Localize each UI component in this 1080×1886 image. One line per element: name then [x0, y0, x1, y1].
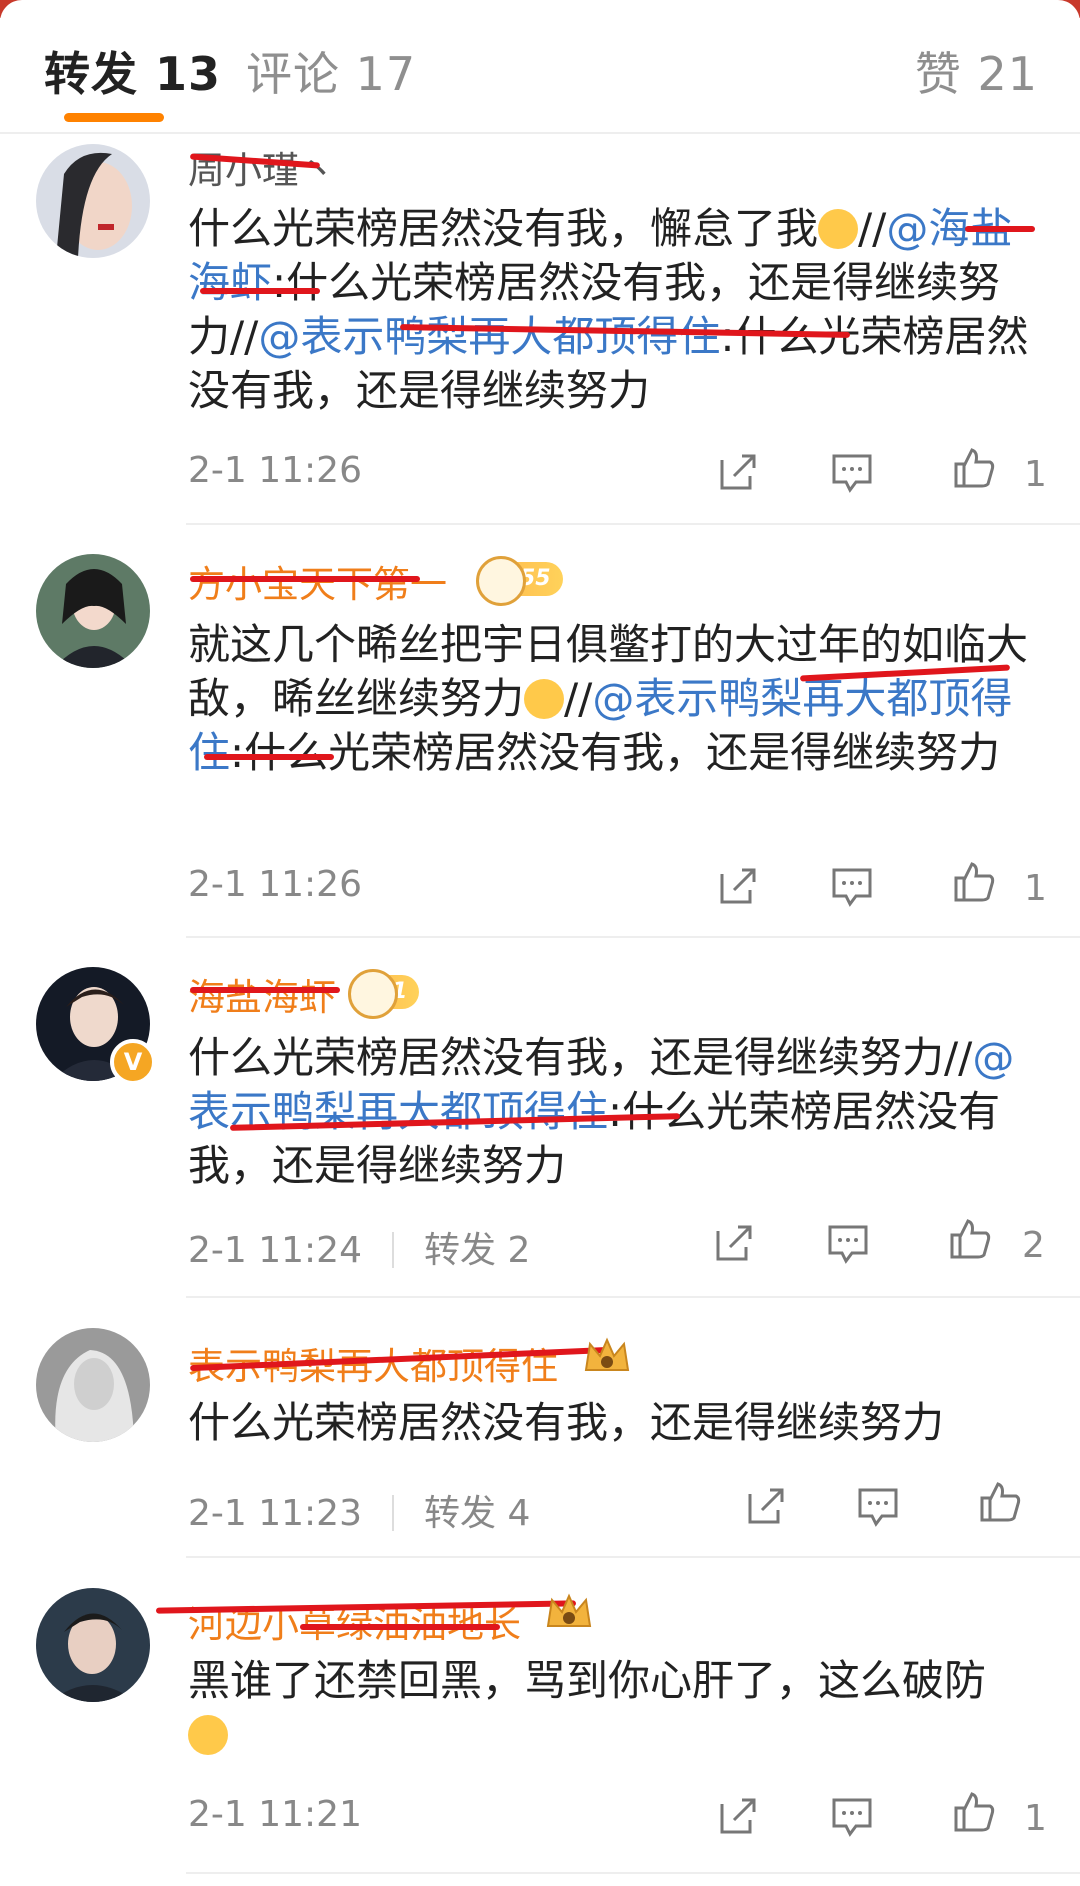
redaction-mark	[200, 288, 320, 294]
repost-text: 什么光荣榜居然没有我，懈怠了我//@海盐海虾:什么光荣榜居然没有我，还是得继续努…	[188, 204, 1029, 415]
share-icon[interactable]	[716, 450, 760, 494]
thumbs-up-icon[interactable]	[948, 1217, 992, 1261]
level-badge: 55	[476, 556, 563, 606]
comment-icon[interactable]	[830, 450, 874, 494]
thumbs-up-icon[interactable]	[952, 1790, 996, 1834]
share-icon[interactable]	[716, 1794, 760, 1838]
divider	[186, 523, 1080, 525]
divider	[186, 1872, 1080, 1874]
tab-active-indicator	[64, 113, 164, 122]
mention-link[interactable]: @表示鸭梨再大都顶得住	[258, 312, 720, 361]
timestamp: 2-1 11:21	[188, 1794, 362, 1835]
redaction-mark	[190, 987, 340, 993]
divider	[186, 1556, 1080, 1558]
crown-icon	[584, 1337, 630, 1371]
verified-badge: V	[110, 1039, 156, 1085]
like-count: 1	[1024, 868, 1047, 909]
timestamp: 2-1 11:23	[188, 1493, 362, 1534]
redaction-mark	[190, 576, 420, 582]
redaction-mark	[204, 754, 334, 760]
meta-row: 2-1 11:24 转发 2	[188, 1221, 530, 1273]
username[interactable]: 海盐海虾	[188, 967, 336, 1021]
like-count: 1	[1024, 454, 1047, 495]
repost-count[interactable]: 转发 4	[424, 1493, 530, 1534]
tab-like[interactable]: 赞 21	[915, 38, 1038, 104]
thumbs-up-icon[interactable]	[952, 446, 996, 490]
timestamp: 2-1 11:24	[188, 1230, 362, 1271]
share-icon[interactable]	[712, 1221, 756, 1265]
comment-icon[interactable]	[856, 1484, 900, 1528]
meta-separator	[392, 1232, 394, 1268]
timestamp: 2-1 11:26	[188, 450, 362, 491]
redaction-mark	[965, 226, 1035, 232]
level-badge-icon	[476, 556, 526, 606]
divider	[186, 1296, 1080, 1298]
repost-text: 什么光荣榜居然没有我，还是得继续努力//@表示鸭梨再大都顶得住:什么光荣榜居然没…	[188, 1033, 1015, 1190]
repost-count[interactable]: 转发 2	[424, 1230, 530, 1271]
meta-separator	[392, 1495, 394, 1531]
level-badge-icon	[348, 969, 398, 1019]
avatar[interactable]	[36, 1328, 150, 1442]
share-icon[interactable]	[716, 864, 760, 908]
repost-text: 黑谁了还禁回黑，骂到你心肝了，这么破防	[188, 1654, 1018, 1762]
avatar[interactable]	[36, 1588, 150, 1702]
crown-icon	[546, 1593, 592, 1627]
thumbs-up-icon[interactable]	[978, 1480, 1022, 1524]
tab-bar: 转发 13 评论 17 赞 21	[0, 0, 1080, 134]
share-icon[interactable]	[744, 1484, 788, 1528]
repost-text: 什么光荣榜居然没有我，还是得继续努力	[188, 1398, 945, 1447]
like-count: 1	[1024, 1798, 1047, 1839]
comment-icon[interactable]	[830, 864, 874, 908]
meta-row: 2-1 11:23 转发 4	[188, 1484, 530, 1536]
divider	[186, 936, 1080, 938]
tab-comment[interactable]: 评论 17	[246, 38, 416, 104]
avatar[interactable]	[36, 554, 150, 668]
tab-repost[interactable]: 转发 13	[44, 38, 221, 104]
thumbs-up-icon[interactable]	[952, 860, 996, 904]
repost-panel: 转发 13 评论 17 赞 21 周小瑾丶 什么光荣榜居然没有我，懈怠了我//@…	[0, 0, 1080, 1886]
redaction-mark	[300, 1624, 500, 1630]
avatar[interactable]	[36, 144, 150, 258]
comment-icon[interactable]	[826, 1221, 870, 1265]
like-count: 2	[1022, 1225, 1045, 1266]
level-badge: 1	[348, 969, 420, 1019]
sleepy-emoji-icon	[818, 209, 859, 249]
grin-emoji-icon	[524, 679, 565, 719]
timestamp: 2-1 11:26	[188, 864, 362, 905]
comment-icon[interactable]	[830, 1794, 874, 1838]
laugh-cry-emoji-icon	[188, 1715, 228, 1755]
